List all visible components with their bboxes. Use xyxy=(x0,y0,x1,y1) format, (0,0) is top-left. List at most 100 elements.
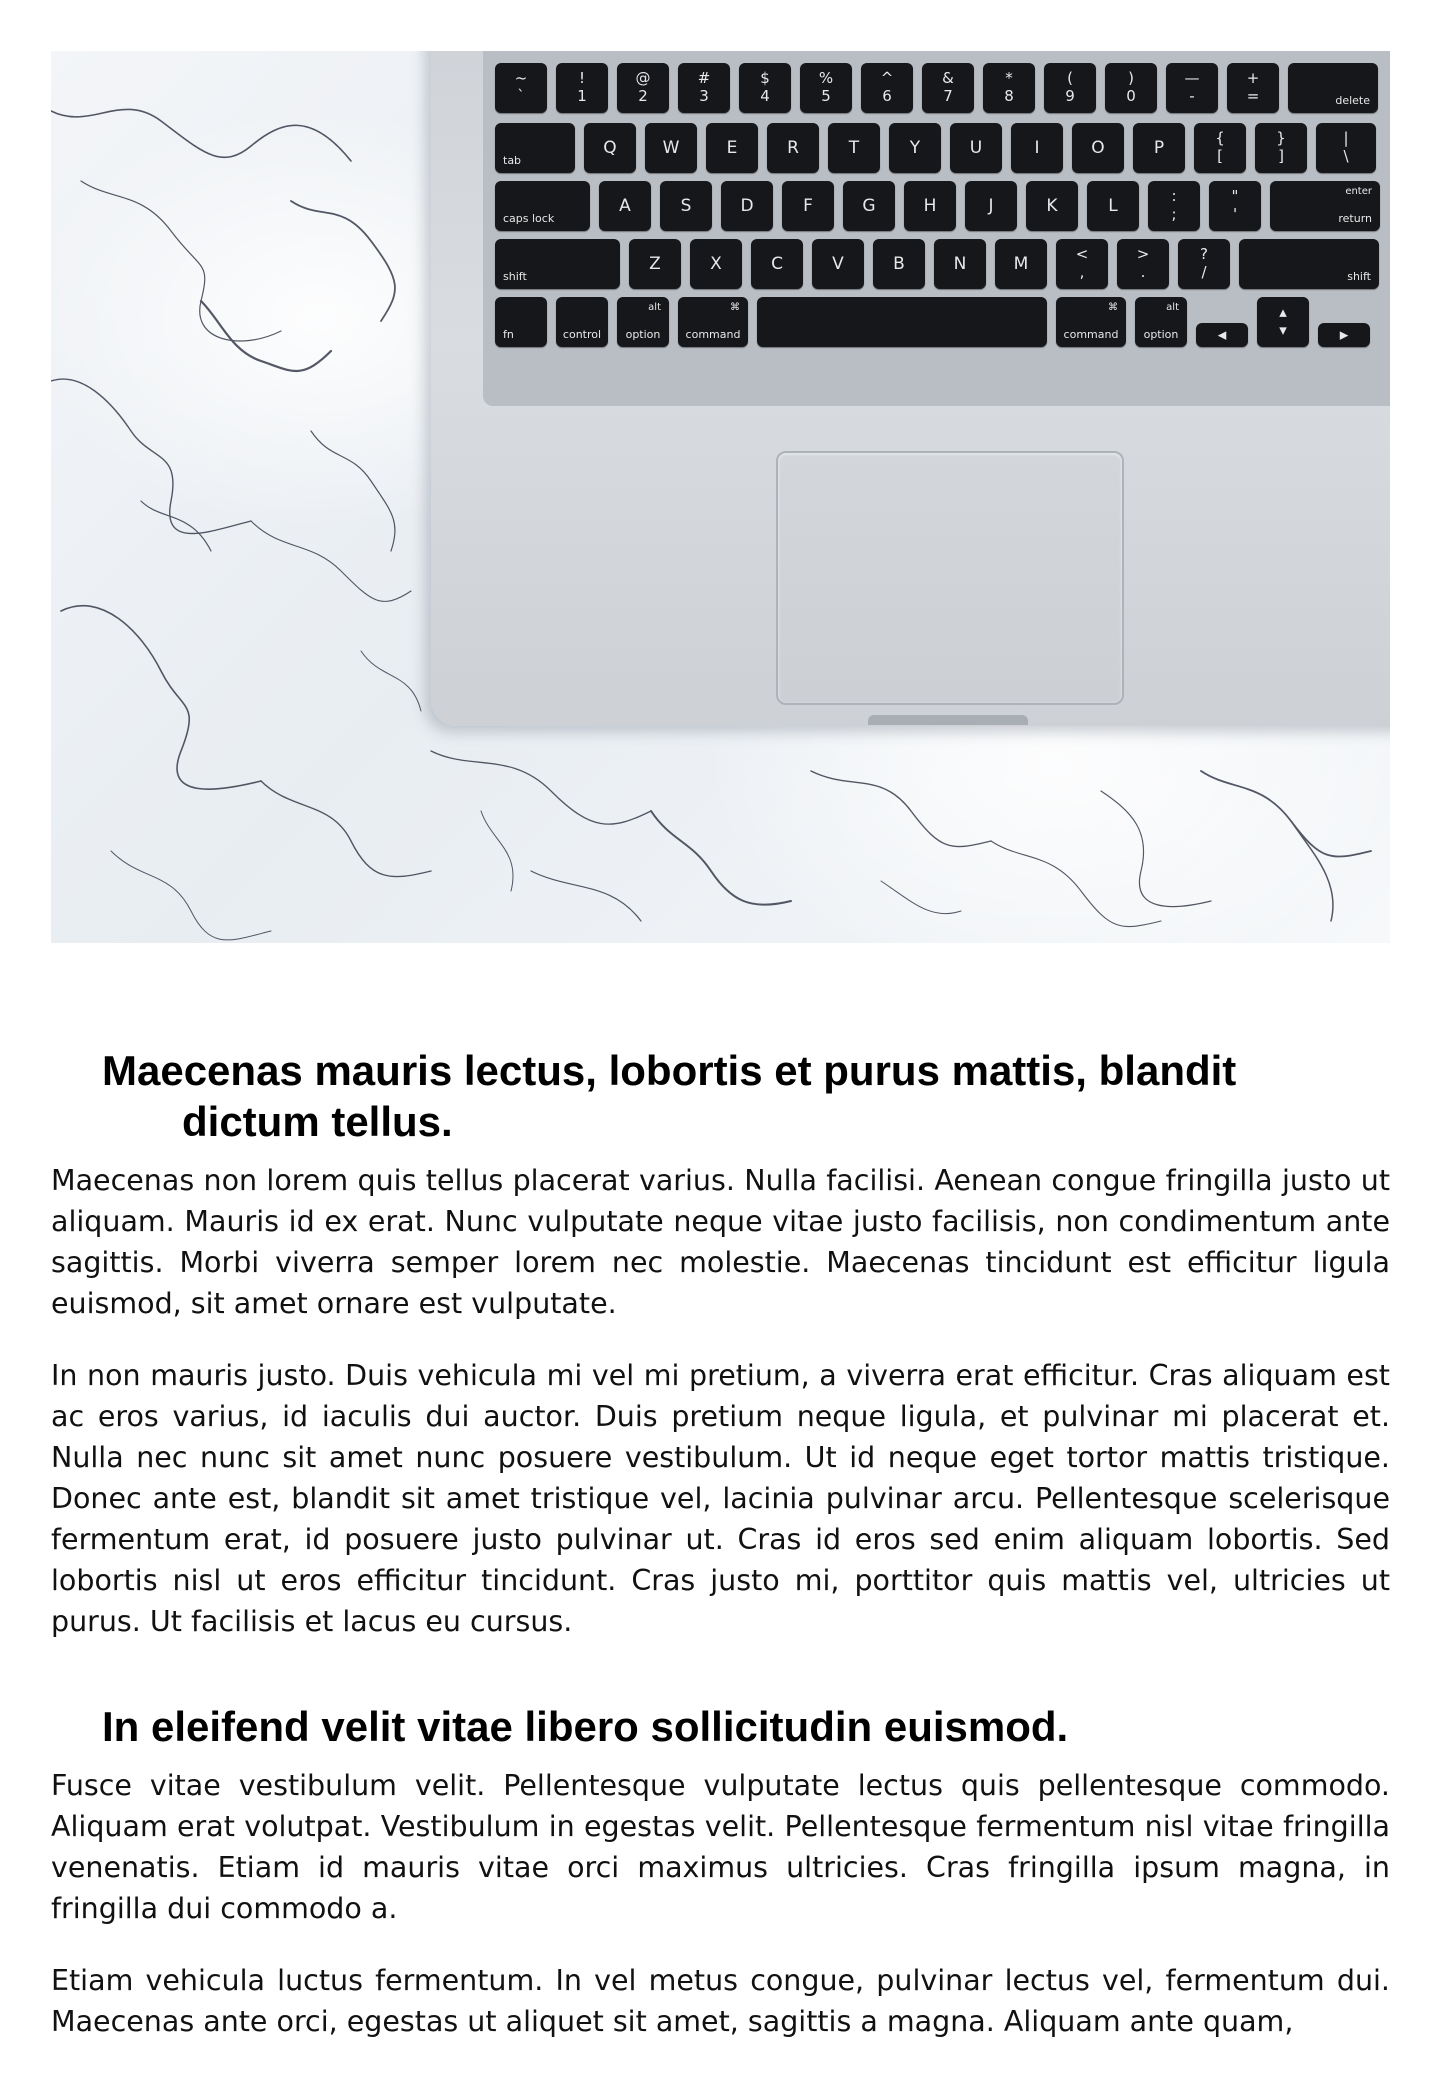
key-upper-label: " xyxy=(1231,187,1239,205)
key-label: command xyxy=(1063,328,1119,341)
key-label: X xyxy=(710,254,722,274)
key-label: B xyxy=(893,254,905,274)
key-return: return enter xyxy=(1270,181,1380,231)
key-upper-label: alt xyxy=(648,302,661,313)
key-label: shift xyxy=(1347,270,1371,283)
key-symbol: ! 1 xyxy=(556,63,608,113)
key-upper-label: alt xyxy=(1166,302,1179,313)
section-heading-line1: Maecenas mauris lectus, lobortis et puru… xyxy=(102,1047,1237,1094)
key-lower-label: 0 xyxy=(1126,87,1136,105)
hero-image: ~ `! 1 @2 #3 $4% 5 ^ 6 & 7 * 8(9) 0— - + = delete tab Q W E R T… xyxy=(51,51,1390,943)
key-upper-label: @ xyxy=(635,69,651,87)
key-lower-label: [ xyxy=(1217,147,1223,165)
key-k: K xyxy=(1026,181,1078,231)
key-label: U xyxy=(969,138,983,158)
key-label: F xyxy=(803,196,813,216)
section-heading: In eleifend velit vitae libero sollicitu… xyxy=(51,1701,1390,1752)
key-lower-label: 4 xyxy=(760,87,770,105)
key-upper-label: # xyxy=(697,69,711,87)
key-label: L xyxy=(1108,196,1118,216)
key-label: M xyxy=(1013,254,1029,274)
key-upper-label: ! xyxy=(578,69,585,87)
key-lower-label: 3 xyxy=(699,87,709,105)
key-label: D xyxy=(740,196,754,216)
key-tab: tab xyxy=(495,123,575,173)
key-command: ⌘ command xyxy=(678,297,748,347)
key-j: J xyxy=(965,181,1017,231)
key-label: Y xyxy=(909,138,921,158)
key-label: fn xyxy=(503,328,514,341)
key-symbol: ▴ ▾ xyxy=(1257,297,1309,347)
key-lower-label: 2 xyxy=(638,87,648,105)
key-q: Q xyxy=(584,123,636,173)
key-lower-label: 6 xyxy=(882,87,892,105)
paragraph: In non mauris justo. Duis vehicula mi ve… xyxy=(51,1359,1390,1638)
key-lower-label: 9 xyxy=(1065,87,1075,105)
key-label: tab xyxy=(503,154,522,167)
key-upper-label: < xyxy=(1075,245,1089,263)
key-r: R xyxy=(767,123,819,173)
key-label: O xyxy=(1091,138,1105,158)
key-label: K xyxy=(1046,196,1058,216)
key-label: H xyxy=(923,196,937,216)
key-l: L xyxy=(1087,181,1139,231)
key-symbol: $4 xyxy=(739,63,791,113)
key-caps-lock: caps lock xyxy=(495,181,590,231)
key-label: A xyxy=(619,196,631,216)
key-symbol: & 7 xyxy=(922,63,974,113)
key-shift: shift xyxy=(1239,239,1379,289)
key-upper-label: % xyxy=(818,69,834,87)
key-label: caps lock xyxy=(503,212,555,225)
key-shift: shift xyxy=(495,239,620,289)
key-option: alt option xyxy=(1135,297,1187,347)
key-lower-label: = xyxy=(1246,87,1260,105)
key-b: B xyxy=(873,239,925,289)
key-symbol: }] xyxy=(1255,123,1307,173)
key-symbol: — - xyxy=(1166,63,1218,113)
key-lower-label: ] xyxy=(1278,147,1284,165)
key-lower-label: 7 xyxy=(943,87,953,105)
laptop-lip xyxy=(868,715,1028,725)
key-e: E xyxy=(706,123,758,173)
paragraph: Etiam vehicula luctus fermentum. In vel … xyxy=(51,1964,1390,2038)
key-t: T xyxy=(828,123,880,173)
key-symbol: " ' xyxy=(1209,181,1261,231)
key-u: U xyxy=(950,123,1002,173)
key-label: return xyxy=(1338,212,1372,225)
key-symbol: % 5 xyxy=(800,63,852,113)
key-h: H xyxy=(904,181,956,231)
key-upper-label: : xyxy=(1171,187,1177,205)
key-upper-label: enter xyxy=(1345,186,1372,197)
key-label: C xyxy=(771,254,783,274)
key-lower-label: ` xyxy=(517,87,525,105)
key-label: control xyxy=(562,328,602,341)
key-upper-label: } xyxy=(1276,129,1286,147)
key-z: Z xyxy=(629,239,681,289)
key-p: P xyxy=(1133,123,1185,173)
key-label: E xyxy=(726,138,738,158)
key-label: option xyxy=(625,328,661,341)
key-lower-label: . xyxy=(1140,263,1146,281)
key-m: M xyxy=(995,239,1047,289)
key-g: G xyxy=(843,181,895,231)
key-lower-label: / xyxy=(1201,263,1207,281)
key-label: shift xyxy=(503,270,527,283)
key-i: I xyxy=(1011,123,1063,173)
section-heading: Maecenas mauris lectus, lobortis et puru… xyxy=(51,1045,1390,1147)
key-f: F xyxy=(782,181,834,231)
key-upper-label: * xyxy=(1005,69,1013,87)
key-control: control xyxy=(556,297,608,347)
key-space xyxy=(757,297,1047,347)
key-symbol: + = xyxy=(1227,63,1279,113)
key-label: N xyxy=(953,254,967,274)
key-upper-label: { xyxy=(1215,129,1225,147)
key-lower-label: 1 xyxy=(577,87,587,105)
key-◂: ◂ xyxy=(1196,323,1248,347)
key-option: alt option xyxy=(617,297,669,347)
key-delete: delete xyxy=(1288,63,1378,113)
key-label: Q xyxy=(603,138,617,158)
key-label: R xyxy=(787,138,799,158)
laptop: ~ `! 1 @2 #3 $4% 5 ^ 6 & 7 * 8(9) 0— - + = delete tab Q W E R T… xyxy=(431,51,1390,726)
key-label: W xyxy=(662,138,680,158)
article: Maecenas mauris lectus, lobortis et puru… xyxy=(51,1045,1390,2042)
